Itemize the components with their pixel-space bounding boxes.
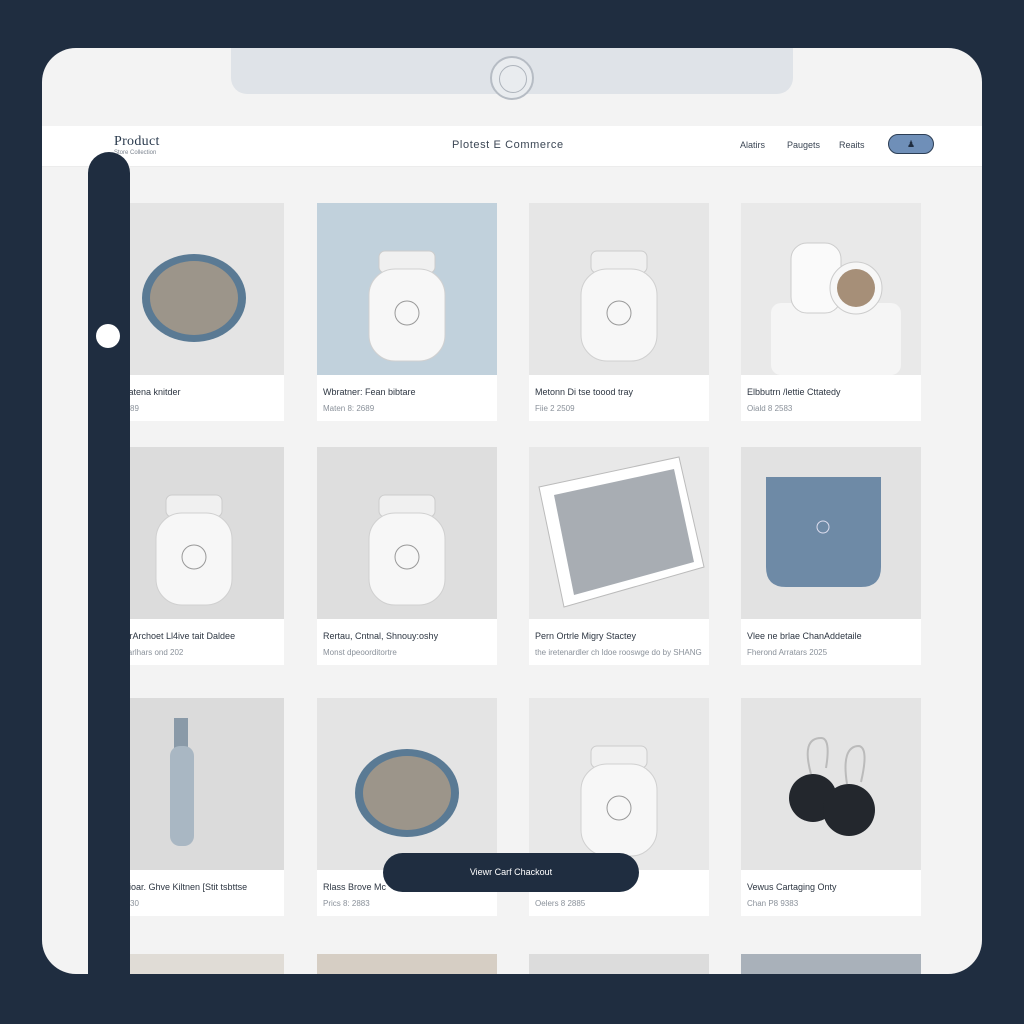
product-image[interactable] [317, 447, 497, 619]
book-icon [538, 456, 705, 608]
bowl-icon [355, 749, 459, 837]
product-card[interactable]: Pern Ortrle Migry Stactey the iretenardle… [529, 447, 709, 665]
product-name[interactable]: Elbbutrn /lettie Cttatedy [747, 387, 841, 397]
next-row-card-1[interactable] [104, 954, 284, 974]
jar-icon [580, 745, 658, 857]
product-card[interactable]: Metonn Di tse toood tray Fiie 2 2509 [529, 203, 709, 421]
product-image[interactable] [741, 447, 921, 619]
product-card[interactable]: Wbratner: Fean bibtare Maten 8: 2689 [317, 203, 497, 421]
product-image[interactable] [529, 203, 709, 375]
jar-icon [368, 494, 446, 606]
ornament-icon [789, 736, 875, 836]
jar-icon [580, 250, 658, 362]
product-detail: Oiald 8 2583 [747, 404, 793, 413]
site-header: Product Store Collection Plotest E Comme… [42, 126, 982, 167]
product-image[interactable] [529, 447, 709, 619]
product-card[interactable]: Elbbutrn /lettie Cttatedy Oiald 8 2583 [741, 203, 921, 421]
bag-icon [766, 477, 881, 587]
next-row-card-2[interactable] [317, 954, 497, 974]
product-name[interactable]: an Rioar. Ghve Kiltnen [Stit tsbttse [110, 882, 247, 892]
next-row-card-4[interactable] [741, 954, 921, 974]
brand-emblem-icon [490, 56, 534, 100]
cup-icon [771, 242, 901, 375]
logo-title[interactable]: Product [114, 134, 160, 150]
jar-icon [368, 250, 446, 362]
top-notch-bar [231, 48, 793, 100]
product-card[interactable]: Vlee ne brlae ChanAddetaile Fherond Arrat… [741, 447, 921, 665]
side-scroll-rail[interactable] [88, 152, 130, 982]
product-card[interactable]: an OrArchoet Ll4ive tait Daldee an Marlha… [104, 447, 284, 665]
product-detail: Maten 8: 2689 [323, 404, 375, 413]
product-card[interactable]: an Rioar. Ghve Kiltnen [Stit tsbttsean 2… [104, 698, 284, 916]
product-detail: Oelers 8 2885 [535, 899, 586, 908]
product-card[interactable]: an Patena knitderan 2589 [104, 203, 284, 421]
product-card[interactable]: Rertau, Cntnal, Shnouy:oshy Monst dpeoord… [317, 447, 497, 665]
product-detail: Chan P8 9383 [747, 899, 799, 908]
product-image[interactable] [317, 698, 497, 870]
product-name[interactable]: Rertau, Cntnal, Shnouy:oshy [323, 631, 438, 641]
product-name[interactable]: Vewus Cartaging Onty [747, 882, 837, 892]
product-detail: Fherond Arratars 2025 [747, 648, 828, 657]
product-image[interactable] [741, 203, 921, 375]
product-image[interactable] [741, 698, 921, 870]
product-name[interactable]: Rlass Brove Mc [323, 882, 386, 892]
nav-link-1[interactable]: Alatirs [740, 140, 765, 150]
product-detail: the iretenardler ch ldoe rooswge do by S… [535, 648, 702, 657]
product-name[interactable]: Wbratner: Fean bibtare [323, 387, 416, 397]
view-cart-checkout-button[interactable]: Viewr Carf Chackout [383, 853, 639, 892]
bowl-icon [142, 254, 246, 342]
store-title: Plotest E Commerce [452, 139, 564, 151]
product-detail: Monst dpeoorditortre [323, 648, 397, 657]
product-image[interactable] [529, 698, 709, 870]
product-name[interactable]: Metonn Di tse toood tray [535, 387, 633, 397]
product-detail: Prics 8: 2883 [323, 899, 370, 908]
product-image[interactable] [104, 447, 284, 619]
product-name[interactable]: Vlee ne brlae ChanAddetaile [747, 631, 862, 641]
bottle-icon [170, 718, 194, 846]
product-detail: Fiie 2 2509 [535, 404, 575, 413]
product-image[interactable] [104, 698, 284, 870]
next-row-card-3[interactable] [529, 954, 709, 974]
scroll-handle[interactable] [96, 324, 120, 348]
jar-icon [155, 494, 233, 606]
nav-link-3[interactable]: Reaits [839, 140, 865, 150]
product-name[interactable]: Pern Ortrle Migry Stactey [535, 631, 636, 641]
product-image[interactable] [317, 203, 497, 375]
product-image[interactable] [104, 203, 284, 375]
product-card[interactable]: Vewus Cartaging Onty Chan P8 9383 [741, 698, 921, 916]
user-menu-button[interactable]: ♟ [888, 134, 934, 154]
nav-link-2[interactable]: Paugets [787, 140, 820, 150]
